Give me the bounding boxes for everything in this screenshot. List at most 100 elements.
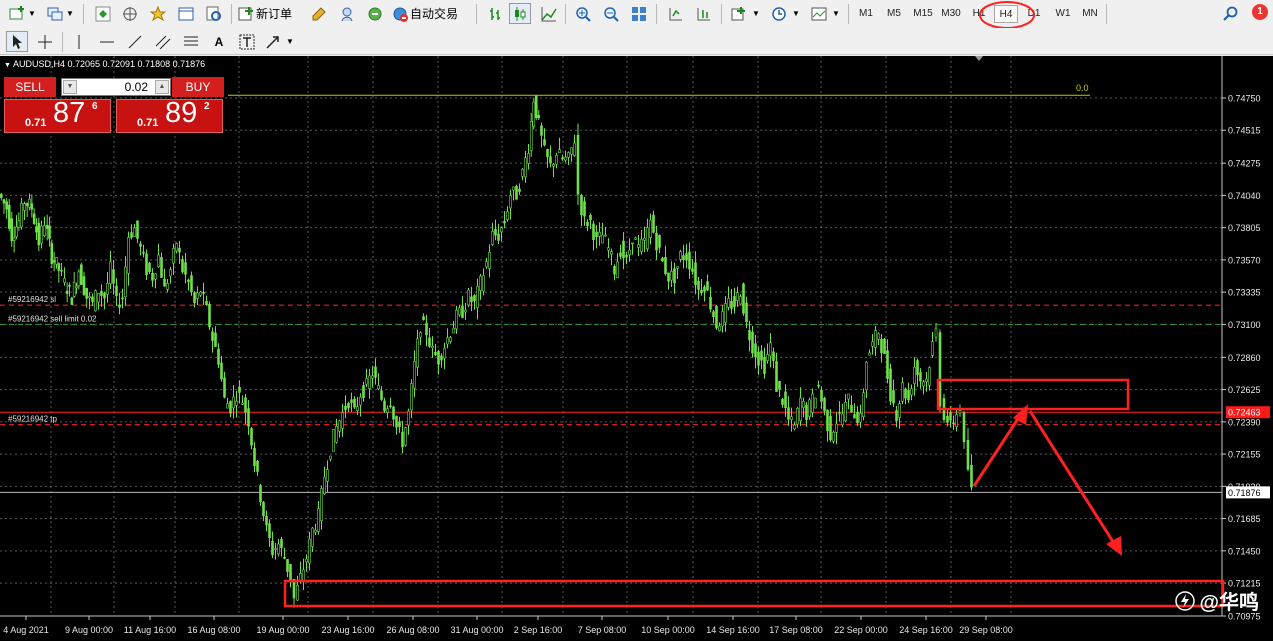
tile-windows-icon[interactable] [628,3,650,24]
bar-chart-icon[interactable] [484,3,506,24]
candle-body [769,342,772,357]
sell-price-button[interactable]: 0.71 87 6 [4,97,111,133]
lot-size-field[interactable]: ▼ 0.02 ▲ [61,78,171,96]
candle-body [247,408,250,427]
terminal-icon[interactable] [175,3,197,24]
candle-body [473,295,476,301]
candle-body [166,283,169,290]
strategy-tester-icon[interactable] [203,3,225,24]
fibonacci-icon[interactable] [180,31,202,52]
candle-body [694,262,697,286]
periods-icon[interactable] [768,3,790,24]
meta-editor-icon[interactable] [308,3,330,24]
candle-body [898,403,901,418]
crosshair-icon[interactable] [34,31,56,52]
candle-body [661,257,664,262]
time-tick-label: 9 Aug 00:00 [65,625,113,635]
new-order-button[interactable]: 新订单 [238,3,300,24]
candle-body [966,439,970,470]
candle-body [329,455,332,460]
dropdown-arrow-icon[interactable]: ▼ [752,3,762,24]
profiles-icon[interactable] [44,3,66,24]
candle-body [181,259,184,273]
dropdown-arrow-icon[interactable]: ▼ [792,3,802,24]
market-watch-icon[interactable] [92,3,114,24]
candle-body [485,261,488,268]
dropdown-arrow-icon[interactable]: ▼ [66,3,76,24]
new-chart-icon[interactable] [6,3,28,24]
candle-body [35,226,38,233]
search-icon[interactable] [1220,3,1242,24]
candle-body [50,243,54,264]
signals-icon[interactable] [336,3,358,24]
timeframe-m5[interactable]: M5 [882,5,906,23]
lot-size-value[interactable]: 0.02 [125,80,148,94]
price-tick-label: 0.74750 [1228,93,1261,103]
new-order-label: 新订单 [256,7,293,21]
price-chart[interactable]: 0.0 #59216942 sl #59216942 sell limit 0.02… [0,56,1273,641]
zoom-in-icon[interactable] [572,3,594,24]
candle-body [452,327,455,334]
lot-decrease-icon[interactable]: ▼ [63,80,77,94]
vertical-line-icon[interactable] [68,31,90,52]
navigator-icon[interactable] [119,3,141,24]
candle-body [601,234,604,244]
candle-body [838,412,841,414]
line-chart-icon[interactable] [538,3,560,24]
indicators-icon[interactable] [728,3,750,24]
toolbar-separator [721,4,722,24]
arrow-shapes-icon[interactable] [262,31,284,52]
candle-body [238,386,241,393]
text-tool-icon[interactable]: A [208,31,230,52]
chart-shift-icon[interactable] [664,3,686,24]
candle-body [913,366,916,384]
dropdown-arrow-icon[interactable]: ▼ [832,3,842,24]
favorites-icon[interactable] [147,3,169,24]
chart-shift-marker[interactable] [975,56,983,61]
timeframe-m15[interactable]: M15 [910,5,936,23]
candle-body [23,203,26,211]
auto-trading-button[interactable]: 自动交易 [392,3,468,24]
autoscroll-icon[interactable] [692,3,714,24]
timeframe-m30[interactable]: M30 [938,5,964,23]
candle-body [48,225,51,239]
candle-body [353,398,356,408]
candle-body [543,139,546,146]
candle-body [320,488,323,522]
candle-body [332,429,335,452]
candle-body [449,337,452,342]
sell-button[interactable]: SELL [4,77,56,97]
candle-body [739,296,742,305]
order-line-label: #59216942 sell limit 0.02 [8,314,97,323]
candle-body [338,420,341,432]
candle-body [380,390,383,400]
timeframe-w1[interactable]: W1 [1051,5,1075,23]
candle-body [190,275,193,293]
lot-increase-icon[interactable]: ▲ [155,80,169,94]
text-label-icon[interactable] [236,31,258,52]
candle-body [691,268,694,272]
timeframe-mn[interactable]: MN [1078,5,1102,23]
timeframe-m1[interactable]: M1 [855,5,877,23]
candlestick-chart-icon[interactable] [509,3,531,24]
cursor-icon[interactable] [6,31,28,52]
trendline-icon[interactable] [124,31,146,52]
dropdown-arrow-icon[interactable]: ▼ [28,3,38,24]
candle-body [241,402,244,405]
vps-icon[interactable] [364,3,386,24]
zoom-out-icon[interactable] [600,3,622,24]
buy-price-button[interactable]: 0.71 89 2 [116,97,223,133]
candle-body [760,350,763,361]
notification-badge[interactable]: 1 [1252,4,1268,20]
candle-body [220,362,223,380]
candle-body [685,253,688,261]
horizontal-line-icon[interactable] [96,31,118,52]
candle-body [20,202,23,228]
dropdown-arrow-icon[interactable]: ▼ [286,31,296,52]
templates-icon[interactable] [808,3,830,24]
equidistant-channel-icon[interactable] [152,31,174,52]
candle-body [55,257,58,265]
buy-button[interactable]: BUY [172,77,224,97]
chart-window[interactable]: 0.0 #59216942 sl #59216942 sell limit 0.02… [0,56,1273,641]
candle-body [136,220,139,239]
